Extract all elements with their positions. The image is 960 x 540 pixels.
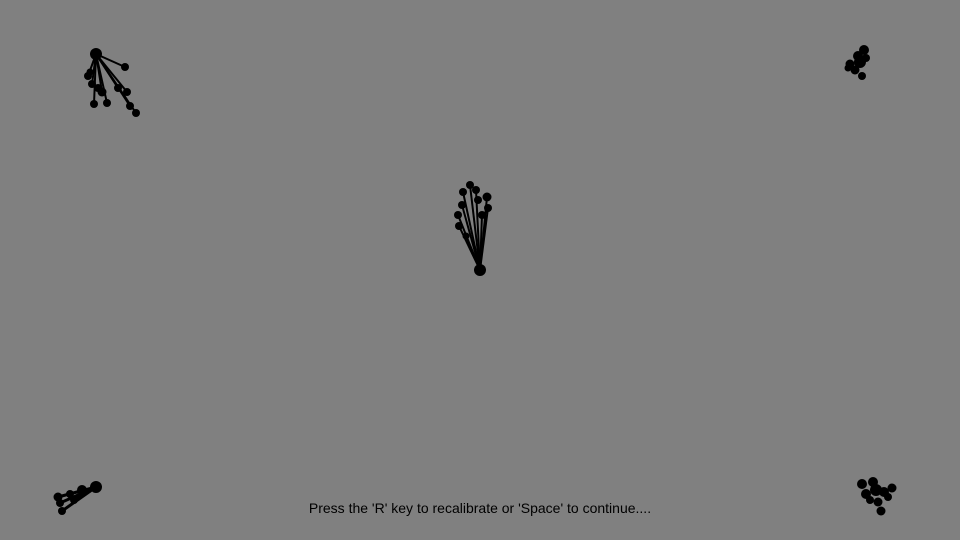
gaze-samples (84, 63, 140, 117)
calibration-target-center (454, 181, 492, 276)
continue-prompt: Press the 'R' key to recalibrate or 'Spa… (308, 500, 652, 516)
target-point (90, 481, 102, 493)
calibration-result-screen: Press the 'R' key to recalibrate or 'Spa… (0, 0, 960, 540)
calibration-plot (53, 45, 897, 516)
target-point (90, 48, 102, 60)
calibration-target-top-right (844, 45, 870, 80)
target-point (474, 264, 486, 276)
calibration-target-top-left (84, 48, 140, 117)
